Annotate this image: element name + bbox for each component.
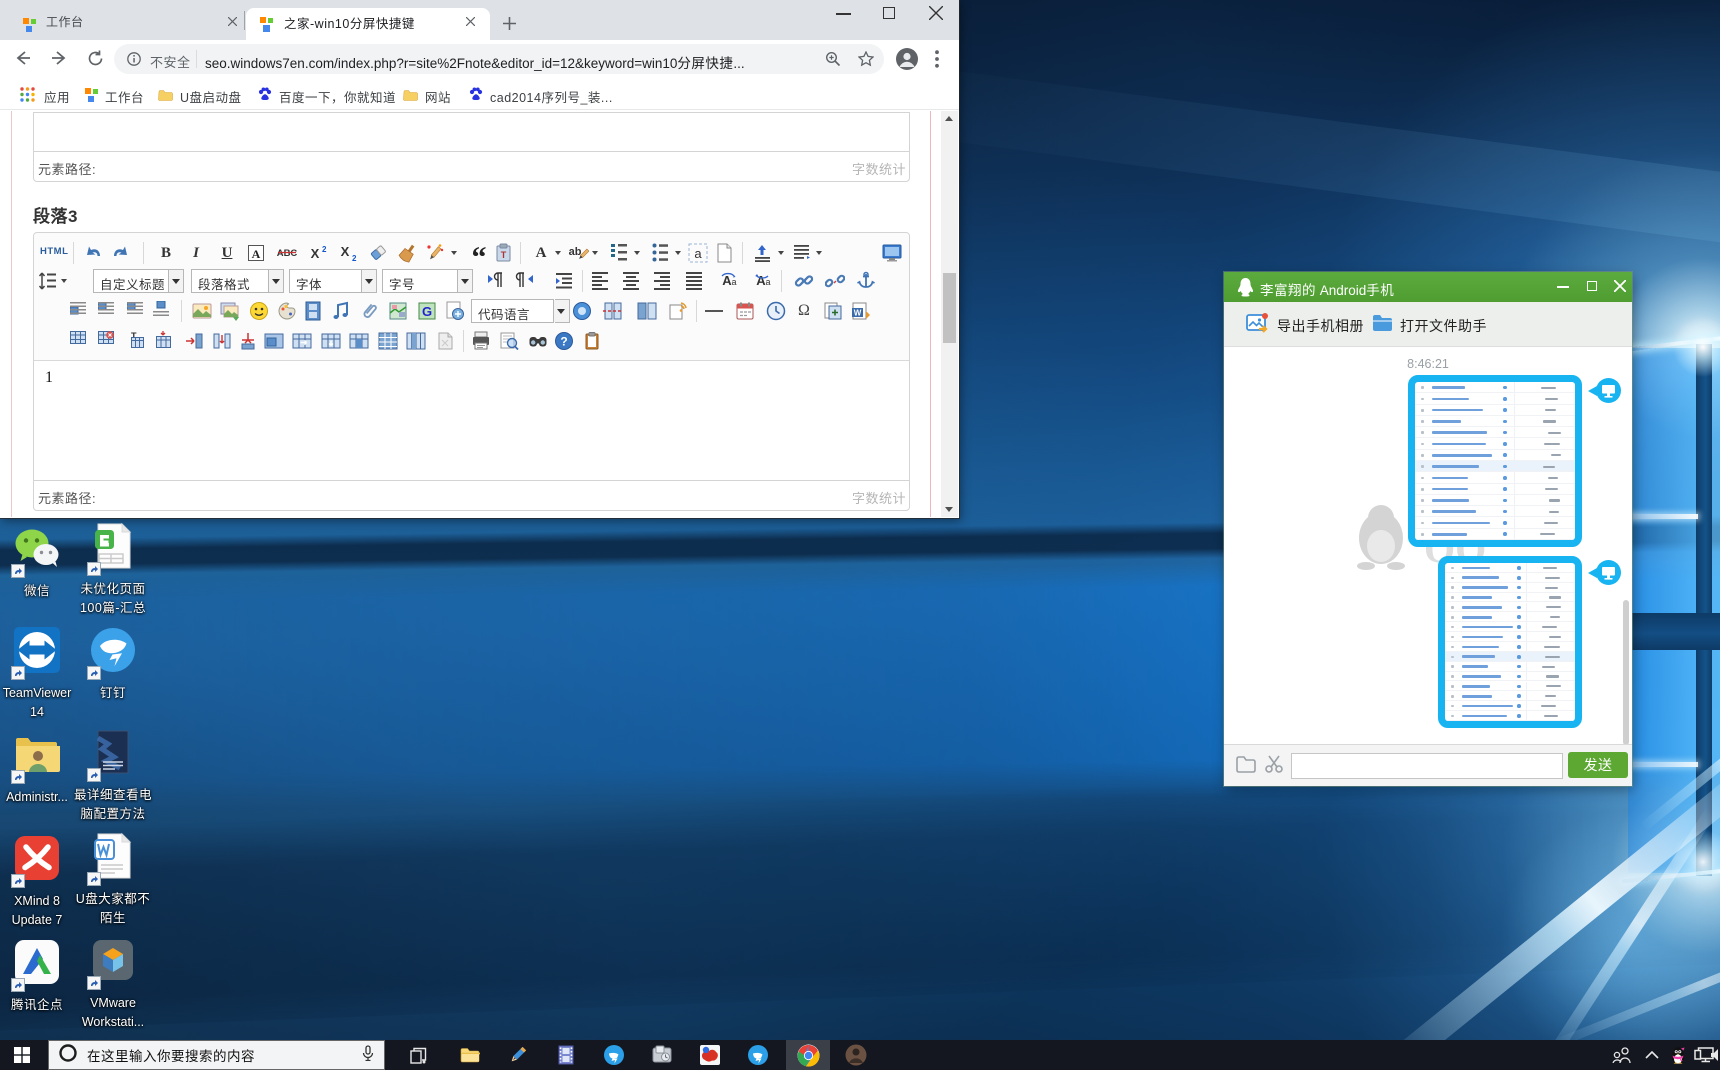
- svg-text:G: G: [422, 304, 432, 319]
- svg-text:2: 2: [352, 254, 357, 263]
- svg-text:?: ?: [560, 335, 567, 349]
- svg-text:X: X: [341, 244, 350, 259]
- svg-text:X: X: [311, 246, 320, 261]
- svg-text:a: a: [694, 246, 702, 261]
- svg-text:“: “: [472, 243, 487, 263]
- svg-text:ABC: ABC: [277, 248, 297, 259]
- svg-text:ab: ab: [569, 246, 582, 258]
- svg-text:a: a: [765, 277, 770, 287]
- svg-text:a: a: [731, 277, 736, 287]
- svg-text:2: 2: [322, 245, 327, 254]
- svg-text:W: W: [854, 309, 862, 318]
- svg-text:A: A: [252, 247, 261, 261]
- svg-text:T: T: [501, 250, 507, 260]
